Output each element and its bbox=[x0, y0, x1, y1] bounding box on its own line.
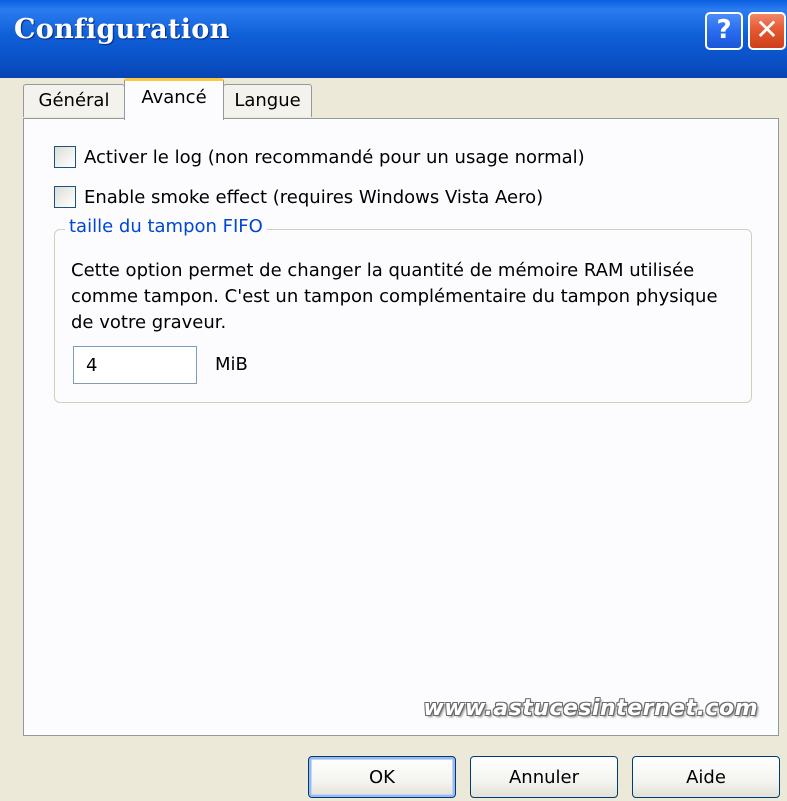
enable-log-label[interactable]: Activer le log (non recommandé pour un u… bbox=[84, 145, 585, 171]
watermark: www.astucesinternet.com bbox=[423, 696, 758, 721]
help-dialog-button[interactable]: Aide bbox=[632, 756, 780, 798]
close-button[interactable]: ✕ bbox=[748, 12, 786, 50]
enable-log-checkbox[interactable] bbox=[54, 146, 76, 168]
tab-general[interactable]: Général bbox=[23, 84, 125, 117]
title-bar[interactable]: Configuration ? ✕ bbox=[0, 0, 787, 78]
fifo-description: Cette option permet de changer la quanti… bbox=[71, 260, 718, 333]
fifo-buffer-group: taille du tampon FIFO Cette option perme… bbox=[54, 216, 752, 403]
tab-avance[interactable]: Avancé bbox=[124, 78, 224, 120]
question-mark-icon: ? bbox=[716, 15, 732, 45]
fifo-unit-label: MiB bbox=[215, 354, 248, 375]
close-x-icon: ✕ bbox=[755, 13, 779, 46]
tab-langue[interactable]: Langue bbox=[223, 84, 312, 117]
tab-panel-avance: Activer le log (non recommandé pour un u… bbox=[23, 118, 779, 736]
help-button[interactable]: ? bbox=[705, 12, 743, 50]
fifo-size-input[interactable] bbox=[73, 346, 197, 384]
ok-button[interactable]: OK bbox=[308, 756, 456, 798]
fifo-group-legend: taille du tampon FIFO bbox=[65, 216, 267, 237]
smoke-effect-label[interactable]: Enable smoke effect (requires Windows Vi… bbox=[84, 185, 543, 211]
smoke-effect-checkbox[interactable] bbox=[54, 186, 76, 208]
configuration-dialog: Configuration ? ✕ Général Avancé Langue … bbox=[0, 0, 787, 801]
cancel-button[interactable]: Annuler bbox=[470, 756, 618, 798]
window-title: Configuration bbox=[14, 14, 230, 45]
